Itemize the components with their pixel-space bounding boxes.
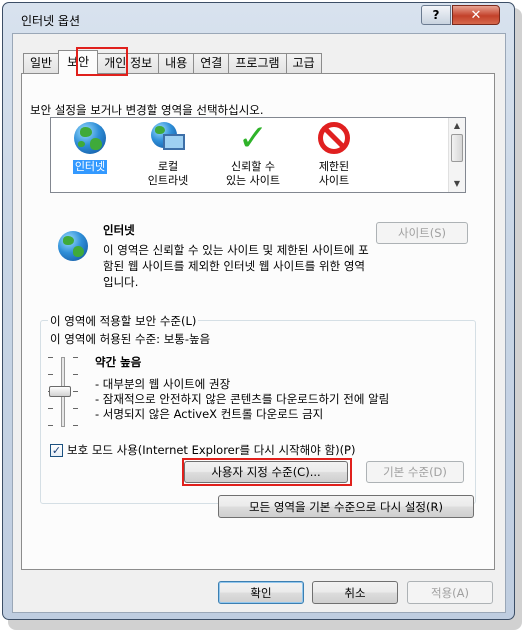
level-bullet: - 대부분의 웹 사이트에 권장: [95, 377, 231, 391]
custom-level-button[interactable]: 사용자 지정 수준(C)...: [184, 461, 348, 483]
tab-strip: 일반 보안 개인 정보 내용 연결 프로그램 고급: [23, 50, 322, 74]
level-description: - 대부분의 웹 사이트에 권장 - 잠재적으로 안전하지 않은 콘텐츠를 다운…: [95, 377, 389, 422]
zone-intranet-line2: 인트라넷: [147, 174, 189, 187]
zone-title: 인터넷: [103, 223, 135, 237]
security-panel: 보안 설정을 보거나 변경할 영역을 선택하십시오. 인터넷 로컬 인트라넷 ✓…: [21, 73, 495, 570]
close-icon: ✕: [470, 7, 482, 23]
tab-connections[interactable]: 연결: [193, 53, 230, 74]
tab-general[interactable]: 일반: [23, 53, 60, 74]
sites-button[interactable]: 사이트(S): [376, 222, 468, 244]
scroll-down-icon[interactable]: ▼: [449, 176, 465, 192]
dialog-client-area: 일반 보안 개인 정보 내용 연결 프로그램 고급 보안 설정을 보거나 변경할…: [12, 33, 506, 613]
tab-programs[interactable]: 프로그램: [228, 53, 287, 74]
zone-list-scrollbar[interactable]: ▲ ▼: [448, 118, 465, 192]
zone-description: 이 영역은 신뢰할 수 있는 사이트 및 제한된 사이트에 포함된 웹 사이트를…: [103, 243, 369, 289]
slider-thumb[interactable]: [49, 386, 71, 397]
tab-advanced[interactable]: 고급: [285, 53, 322, 74]
zone-internet[interactable]: 인터넷: [57, 120, 123, 174]
level-bullet: - 서명되지 않은 ActiveX 컨트롤 다운로드 금지: [95, 407, 324, 421]
level-bullet: - 잠재적으로 안전하지 않은 콘텐츠를 다운로드하기 전에 알림: [95, 392, 390, 406]
zone-restricted-line1: 제한된: [318, 160, 350, 173]
help-button[interactable]: ?: [421, 5, 451, 25]
apply-button[interactable]: 적용(A): [407, 581, 493, 604]
security-level-legend: 이 영역에 적용할 보안 수준(L): [48, 313, 199, 329]
protected-mode-row[interactable]: ✓ 보호 모드 사용(Internet Explorer를 다시 시작해야 함)…: [50, 442, 355, 458]
zone-instruction: 보안 설정을 보거나 변경할 영역을 선택하십시오.: [30, 103, 264, 117]
restricted-icon: [317, 122, 351, 156]
zone-intranet-line1: 로컬: [157, 160, 179, 173]
help-icon: ?: [432, 8, 440, 22]
scroll-thumb[interactable]: [451, 134, 463, 162]
internet-options-dialog: 인터넷 옵션 ? ✕ 일반 보안 개인 정보 내용 연결 프로그램 고급 보안 …: [2, 2, 515, 620]
level-name: 약간 높음: [95, 355, 142, 369]
cancel-button[interactable]: 취소: [312, 581, 398, 604]
zone-trusted-sites[interactable]: ✓ 신뢰할 수 있는 사이트: [216, 120, 290, 188]
zone-local-intranet[interactable]: 로컬 인트라넷: [135, 120, 201, 188]
allowed-levels-text: 이 영역에 허용된 수준: 보통-높음: [50, 332, 211, 346]
zone-trusted-line1: 신뢰할 수: [231, 160, 275, 173]
zone-restricted-line2: 사이트: [318, 174, 350, 187]
zone-trusted-line2: 있는 사이트: [225, 174, 281, 187]
zone-restricted-sites[interactable]: 제한된 사이트: [301, 120, 367, 188]
protected-mode-label: 보호 모드 사용(Internet Explorer를 다시 시작해야 함)(P…: [67, 443, 356, 457]
tab-security[interactable]: 보안: [58, 50, 99, 74]
title-bar[interactable]: 인터넷 옵션 ? ✕: [3, 3, 514, 33]
window-title: 인터넷 옵션: [21, 14, 81, 28]
reset-all-zones-button[interactable]: 모든 영역을 기본 수준으로 다시 설정(R): [218, 495, 474, 518]
zone-globe-icon: [58, 231, 88, 261]
zone-list[interactable]: 인터넷 로컬 인트라넷 ✓ 신뢰할 수 있는 사이트 제한된 사이트 ▲ ▼: [50, 117, 466, 193]
tab-privacy[interactable]: 개인 정보: [97, 53, 160, 74]
default-level-button[interactable]: 기본 수준(D): [366, 461, 464, 483]
globe-icon: [73, 122, 107, 156]
protected-mode-checkbox[interactable]: ✓: [50, 443, 63, 457]
tab-content[interactable]: 내용: [158, 53, 195, 74]
scroll-up-icon[interactable]: ▲: [449, 118, 465, 134]
intranet-icon: [151, 122, 185, 156]
checkmark-icon: ✓: [237, 118, 269, 159]
zone-internet-label: 인터넷: [72, 160, 108, 174]
close-button[interactable]: ✕: [452, 5, 500, 25]
ok-button[interactable]: 확인: [218, 581, 304, 604]
